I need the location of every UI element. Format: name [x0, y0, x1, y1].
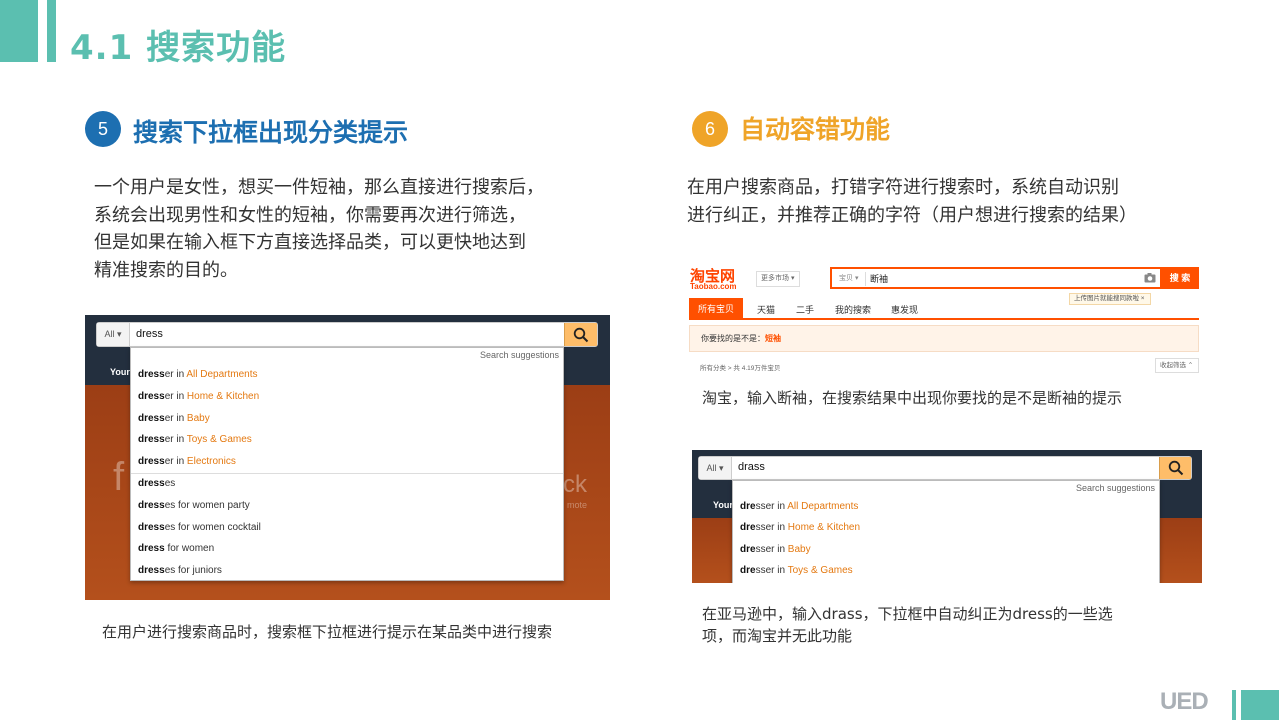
- suggestion-item[interactable]: dresser in Electronics: [138, 456, 236, 467]
- suggestion-item[interactable]: dresses for juniors: [138, 565, 222, 576]
- search-button[interactable]: [564, 323, 597, 346]
- breadcrumb: 所有分类 > 共 4.19万件宝贝: [700, 365, 781, 372]
- search-bar[interactable]: All ▾ drass: [698, 456, 1192, 480]
- suggestion-item[interactable]: dresses: [138, 478, 175, 489]
- category-select[interactable]: All ▾: [97, 323, 130, 346]
- search-bar[interactable]: 宝贝 ▾ 断袖 搜 索: [830, 267, 1199, 289]
- suggestion-item[interactable]: dresses for women party: [138, 500, 250, 511]
- suggestion-item[interactable]: dresser in All Departments: [138, 369, 258, 380]
- section-5-description: 一个用户是女性，想买一件短袖，那么直接进行搜索后， 系统会出现男性和女性的短袖，…: [94, 174, 544, 284]
- your-account-label: Your: [110, 367, 130, 377]
- page-title: 4.1 搜索功能: [70, 28, 287, 68]
- section-5-number: 5: [85, 111, 121, 147]
- search-icon: [573, 327, 589, 342]
- taobao-screenshot: 淘宝网 Taobao.com 更多市场 ▾ 宝贝 ▾ 断袖 搜 索 上传图片就能…: [689, 262, 1199, 377]
- description-line: 系统会出现男性和女性的短袖，你需要再次进行筛选，: [94, 204, 526, 226]
- search-bar[interactable]: All ▾ dress: [96, 322, 598, 347]
- suggestions-dropdown: Search suggestions dresser in All Depart…: [130, 347, 564, 581]
- caption-line: 项，而淘宝并无此功能: [702, 627, 853, 645]
- section-6-description: 在用户搜索商品，打错字符进行搜索时，系统自动识别 进行纠正，并推荐正确的字符（用…: [687, 174, 1137, 229]
- search-input[interactable]: drass: [738, 461, 765, 473]
- caption-line: 在亚马逊中，输入drass，下拉框中自动纠正为dress的一些选: [702, 605, 1113, 623]
- suggestion-item[interactable]: dresser in Home & Kitchen: [740, 522, 860, 533]
- suggestion-item[interactable]: dresses for women cocktail: [138, 522, 261, 533]
- section-6-number: 6: [692, 111, 728, 147]
- suggestion-item[interactable]: dresser in Baby: [740, 544, 811, 555]
- description-line: 精准搜索的目的。: [94, 259, 238, 281]
- amazon-correction-caption: 在亚马逊中，输入drass，下拉框中自动纠正为dress的一些选 项，而淘宝并无…: [702, 603, 1113, 647]
- amazon-caption: 在用户进行搜索商品时，搜索框下拉框进行提示在某品类中进行搜索: [102, 623, 553, 641]
- amazon-screenshot-drass: Your All ▾ drass Search suggestions dres…: [692, 450, 1202, 583]
- tab-discover[interactable]: 惠发现: [891, 303, 918, 316]
- your-account-label: Your: [713, 500, 733, 510]
- header-accent-stripe: [47, 0, 56, 62]
- search-input[interactable]: 断袖: [870, 272, 888, 286]
- suggestion-item[interactable]: dresser in Toys & Games: [740, 565, 853, 576]
- taobao-caption: 淘宝，输入断袖，在搜索结果中出现你要找的是不是断袖的提示: [702, 389, 1123, 407]
- taobao-tabs: 所有宝贝 天猫 二手 我的搜索 惠发现: [689, 298, 1199, 320]
- search-icon: [1168, 460, 1183, 476]
- description-line: 进行纠正，并推荐正确的字符（用户想进行搜索的结果）: [687, 204, 1137, 226]
- description-line: 在用户搜索商品，打错字符进行搜索时，系统自动识别: [687, 177, 1119, 198]
- banner-ghost-text: f: [113, 455, 125, 499]
- suggestion-item[interactable]: dresser in Toys & Games: [138, 434, 252, 445]
- section-6-title: 自动容错功能: [740, 115, 891, 144]
- suggested-keyword[interactable]: 短袖: [765, 334, 781, 343]
- tab-tmall[interactable]: 天猫: [757, 303, 775, 316]
- suggestions-header: Search suggestions: [479, 350, 559, 360]
- search-button[interactable]: [1159, 457, 1191, 479]
- tab-secondhand[interactable]: 二手: [796, 303, 814, 316]
- suggestion-item[interactable]: dresser in All Departments: [740, 501, 858, 512]
- search-button[interactable]: 搜 索: [1160, 267, 1199, 289]
- header-accent-bar: [0, 0, 38, 62]
- section-5-title: 搜索下拉框出现分类提示: [133, 118, 409, 147]
- market-select[interactable]: 更多市场 ▾: [756, 271, 800, 287]
- suggestion-item[interactable]: dresser in Home & Kitchen: [138, 391, 259, 402]
- banner-ghost-text: ck: [563, 471, 587, 498]
- collapse-filter-button[interactable]: 收起筛选 ⌃: [1155, 358, 1199, 373]
- category-select[interactable]: 宝贝 ▾: [834, 272, 866, 286]
- search-input[interactable]: dress: [136, 328, 163, 340]
- suggestion-divider: [131, 473, 563, 474]
- banner-ghost-text: mote: [567, 500, 588, 510]
- suggestion-item[interactable]: dress for women: [138, 543, 214, 554]
- footer-accent-bar: [1241, 690, 1279, 720]
- suggestion-item[interactable]: dresser in Baby: [138, 413, 210, 424]
- description-line: 但是如果在输入框下方直接选择品类，可以更快地达到: [94, 232, 526, 253]
- amazon-screenshot-dress: f ck mote Your All ▾ dress Search sugges…: [85, 315, 610, 600]
- suggestions-header: Search suggestions: [1075, 483, 1155, 493]
- tab-all-items[interactable]: 所有宝贝: [689, 298, 743, 320]
- suggestions-dropdown: Search suggestions dresser in All Depart…: [732, 480, 1160, 583]
- did-you-mean-notice: 你要找的是不是：短袖: [689, 325, 1199, 352]
- tab-my-search[interactable]: 我的搜索: [835, 303, 871, 316]
- ued-logo: UED: [1160, 688, 1209, 715]
- taobao-logo-sub: Taobao.com: [690, 282, 737, 291]
- description-line: 一个用户是女性，想买一件短袖，那么直接进行搜索后，: [94, 177, 544, 198]
- footer-accent-stripe: [1232, 690, 1236, 720]
- category-select[interactable]: All ▾: [699, 457, 732, 479]
- camera-icon[interactable]: [1144, 273, 1156, 283]
